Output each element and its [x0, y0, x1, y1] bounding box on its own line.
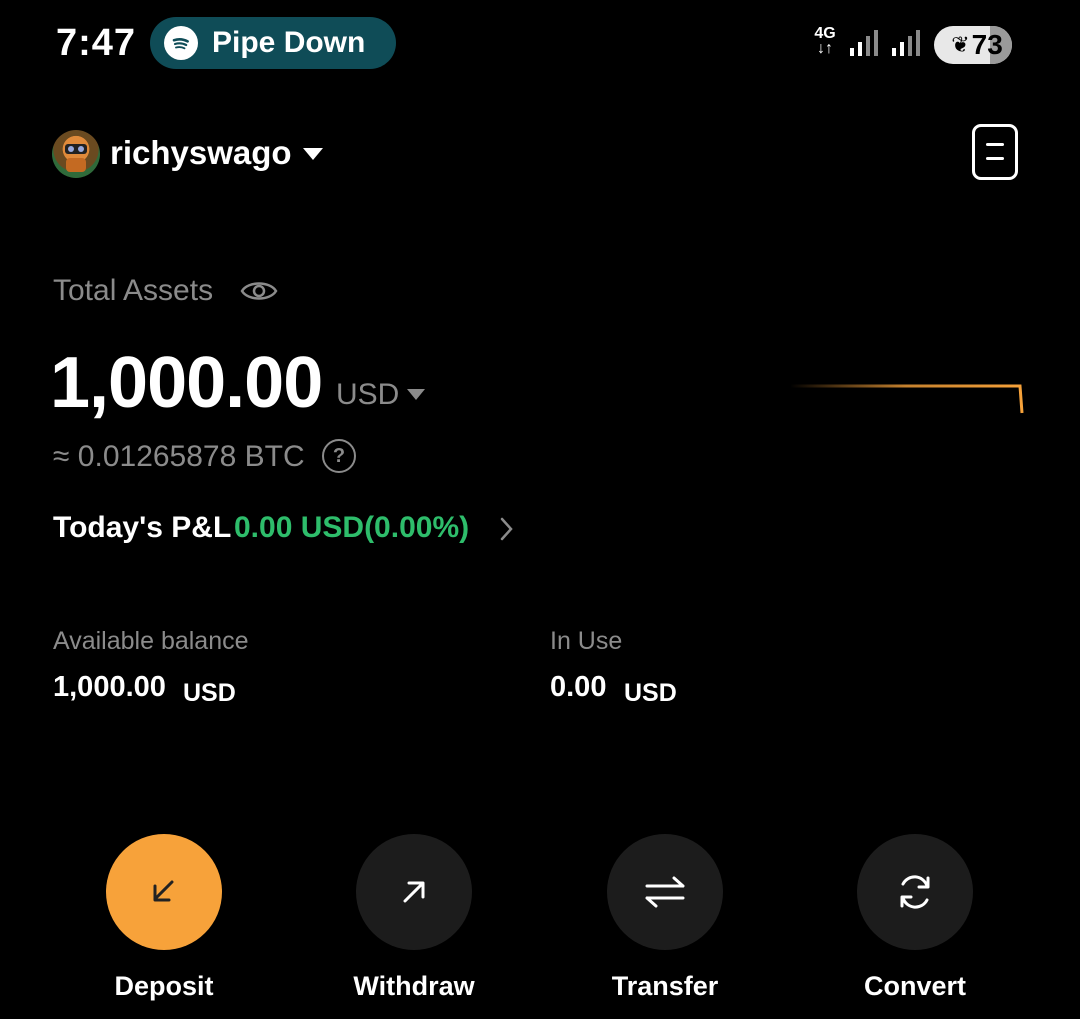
pnl-value[interactable]: 0.00 USD(0.00%) [234, 511, 469, 545]
battery-indicator: ❦ 73 [934, 26, 1012, 64]
now-playing-title: Pipe Down [212, 26, 366, 59]
arrow-down-left-icon [153, 880, 174, 902]
network-type: 4G ↓↑ [812, 26, 838, 57]
in-use-label: In Use [550, 627, 623, 655]
eye-icon[interactable] [240, 276, 278, 306]
withdraw-label[interactable]: Withdraw [314, 971, 514, 1002]
convert-cycle-icon [900, 875, 930, 909]
battery-level: 73 [971, 29, 1003, 60]
deposit-label[interactable]: Deposit [64, 971, 264, 1002]
signal-strength-icon [850, 30, 878, 56]
total-assets-amount: 1,000.00 [50, 343, 323, 423]
currency-selector[interactable]: USD [336, 378, 399, 412]
caret-down-icon[interactable] [302, 146, 324, 162]
assets-sparkline [790, 384, 1024, 414]
signal-strength-2-icon [892, 30, 920, 56]
convert-button[interactable] [857, 834, 973, 950]
deposit-button[interactable] [106, 834, 222, 950]
chevron-right-icon[interactable] [498, 515, 516, 543]
convert-label[interactable]: Convert [815, 971, 1015, 1002]
available-balance-currency: USD [183, 679, 236, 707]
status-time: 7:47 [56, 22, 137, 64]
total-assets-label: Total Assets [53, 274, 214, 307]
transfer-label[interactable]: Transfer [565, 971, 765, 1002]
spotify-icon [164, 26, 198, 60]
arrow-up-right-icon [403, 881, 425, 903]
available-balance-label: Available balance [53, 627, 249, 655]
account-username[interactable]: richyswago [110, 134, 292, 172]
pnl-label[interactable]: Today's P&L [53, 511, 231, 545]
in-use-currency: USD [624, 679, 677, 707]
help-icon[interactable]: ? [322, 439, 356, 473]
now-playing-pill[interactable]: Pipe Down [150, 17, 396, 69]
avatar[interactable] [52, 130, 100, 178]
btc-equivalent: ≈ 0.01265878 BTC [53, 440, 305, 473]
leaf-icon: ❦ [951, 32, 970, 57]
in-use-amount: 0.00 [550, 671, 607, 703]
available-balance-amount: 1,000.00 [53, 671, 166, 703]
data-arrows-icon: ↓↑ [817, 40, 833, 57]
transfer-button[interactable] [607, 834, 723, 950]
swap-arrows-icon [645, 876, 685, 908]
statement-button[interactable] [972, 124, 1018, 180]
currency-caret-icon[interactable] [406, 388, 426, 402]
withdraw-button[interactable] [356, 834, 472, 950]
